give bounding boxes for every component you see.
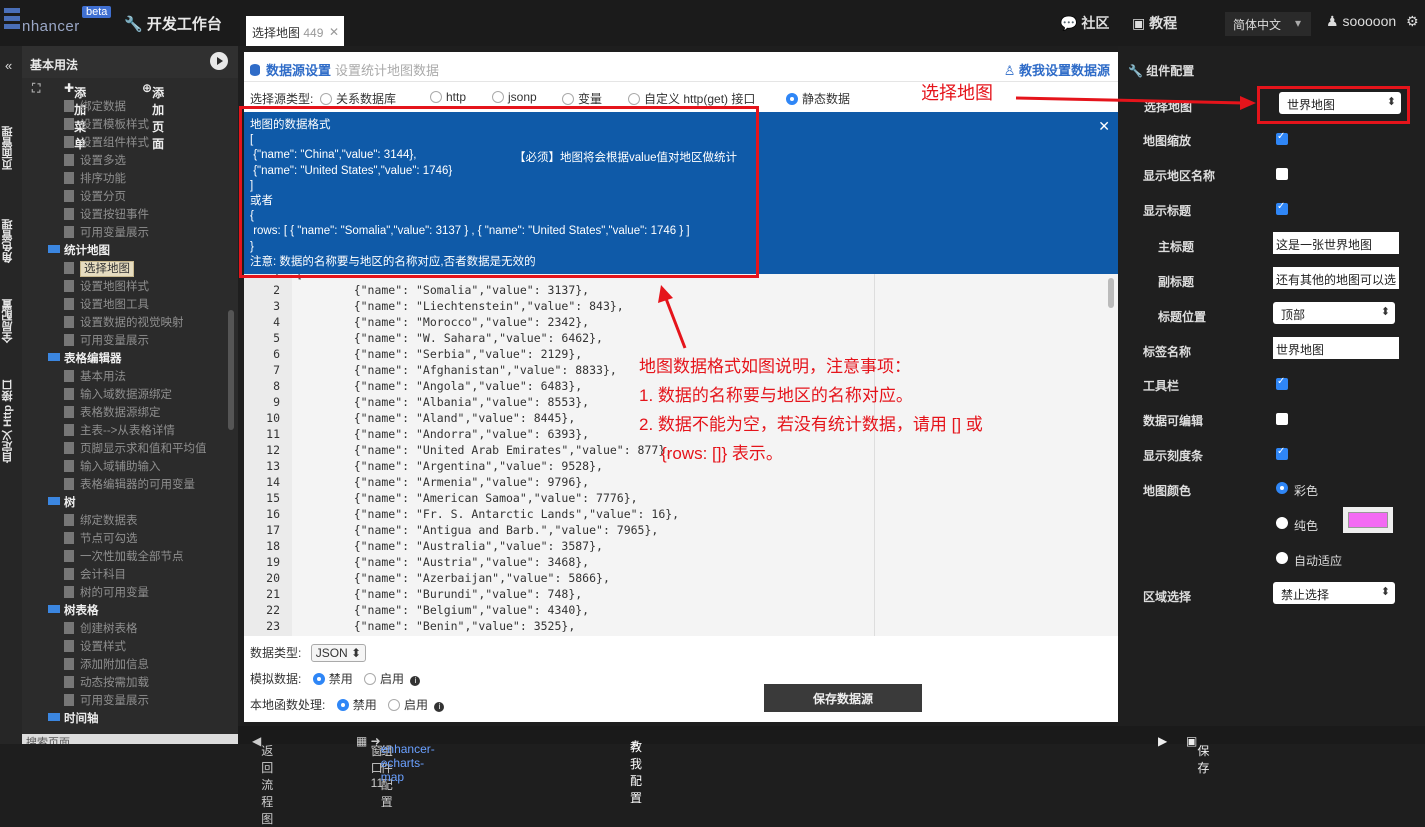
save-label: 保存 bbox=[1197, 744, 1210, 775]
annotation-note-line: 地图数据格式如图说明，注意事项： bbox=[639, 357, 911, 376]
annotation-note-line: 2. 数据不能为空，若没有统计数据，请用 [] 或 bbox=[639, 415, 983, 434]
back-label: 返回流程图 bbox=[261, 744, 274, 826]
teach-label: 教我配置 bbox=[630, 740, 643, 805]
component-crumb: enhancer-echarts-map bbox=[380, 742, 435, 784]
arrow-line-map bbox=[1015, 96, 1245, 105]
arrow-head-map bbox=[1240, 96, 1256, 110]
arrow-head-format bbox=[658, 285, 673, 303]
arrow-line-format bbox=[663, 295, 687, 349]
annotation-note-line: {rows: []} 表示。 bbox=[661, 444, 783, 463]
annotation-note-line: 1. 数据的名称要与地区的名称对应。 bbox=[639, 386, 913, 405]
